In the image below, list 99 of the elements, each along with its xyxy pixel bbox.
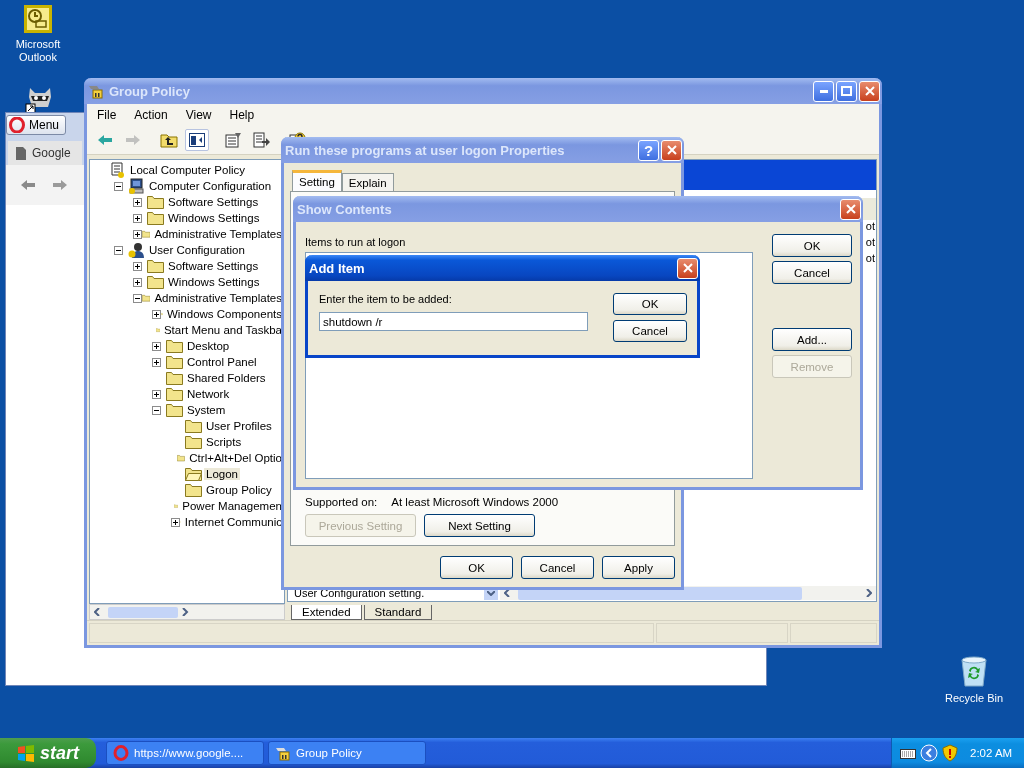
page-icon [16,146,26,160]
tree-item[interactable]: Start Menu and Taskba [161,324,284,336]
menu-item[interactable]: File [97,108,117,122]
tree-item[interactable]: Ctrl+Alt+Del Optio [187,452,284,464]
expand-icon[interactable] [171,517,180,527]
opera-logo-icon [9,117,25,133]
outlook-icon[interactable] [23,4,53,34]
tree-item[interactable]: Administrative Templates [152,228,284,240]
tree-item[interactable]: Control Panel [185,356,259,368]
maximize-icon [841,86,852,96]
clock: 2:02 AM [970,747,1013,759]
field-label: Enter the item to be added: [319,293,453,305]
tree-item[interactable]: User Profiles [204,420,274,432]
chevron-left-icon[interactable] [920,744,938,762]
close-icon [682,263,693,273]
table-cell-text: ot [865,252,876,266]
tree-item[interactable]: Group Policy [204,484,274,496]
expand-icon[interactable] [152,309,161,319]
minimize-icon [819,89,828,93]
recycle-bin-icon[interactable] [959,656,989,688]
tree-item[interactable]: Administrative Templates [152,292,284,304]
expand-icon[interactable] [152,357,161,367]
security-shield-icon[interactable] [942,744,958,762]
expand-icon[interactable] [133,229,142,239]
policy-editor-icon [275,745,291,761]
opera-logo-icon [113,745,129,761]
taskbar-button[interactable]: https://www.google.... [106,741,264,765]
pane-toggle-icon [189,133,205,147]
expand-icon[interactable] [152,389,161,399]
window-title: Group Policy [109,83,191,99]
forward-arrow-icon[interactable] [52,179,68,191]
windows-flag-icon [17,744,35,762]
expand-icon[interactable] [152,341,161,351]
browser-tab[interactable]: Google [8,141,82,165]
tree-item[interactable]: Software Settings [166,260,261,272]
policy-scroll-icon [109,162,126,178]
tree-item[interactable]: System [185,404,228,416]
tree-tool-button[interactable] [185,129,209,151]
tree-item[interactable]: Network [185,388,232,400]
expand-icon[interactable] [133,197,142,207]
taskbar-button[interactable]: Group Policy [268,741,426,765]
keyboard-icon[interactable] [900,747,916,759]
back-arrow-icon[interactable] [20,179,36,191]
browser-menu-button[interactable]: Menu [6,115,67,135]
dialog-button[interactable]: Cancel [613,320,687,342]
desktop-icon-label[interactable]: Recycle Bin [944,692,1004,705]
dialog-title: Run these programs at user logon Properties [285,142,566,158]
collapse-icon[interactable] [152,405,161,415]
tree-item[interactable]: Windows Settings [166,276,262,288]
description-text: User Configuration setting. [293,587,426,599]
close-icon [864,86,875,96]
tree-item[interactable]: Computer Configuration [147,180,274,192]
tree-item[interactable]: Desktop [185,340,232,352]
dialog-title: Add Item [309,260,366,276]
folder-up-icon [160,132,178,148]
menu-item[interactable]: Action [134,108,168,122]
menu-item[interactable]: Help [229,108,255,122]
setting-nav-button[interactable]: Next Setting [424,514,535,537]
tree-item[interactable]: Logon [204,468,240,480]
desktop-icon-label[interactable]: Microsoft Outlook [8,38,68,64]
right-arrow-icon [125,134,141,146]
computer-icon [128,178,145,194]
expand-icon[interactable] [133,213,142,223]
chevron-down-icon [487,590,495,596]
scroll-right-icon[interactable] [866,589,872,597]
table-cell-text: ot [865,220,876,234]
tree-item[interactable]: User Configuration [147,244,247,256]
dialog-title: Show Contents [297,201,393,217]
properties-icon [224,132,242,148]
scroll-left-icon[interactable] [504,589,510,597]
list-label: Items to run at logon [305,235,407,248]
export-list-icon [252,132,270,148]
supported-value: At least Microsoft Windows 2000 [391,496,559,508]
expand-icon[interactable] [133,261,142,271]
tree-item[interactable]: Windows Settings [166,212,262,224]
item-input-field[interactable]: shutdown /r [319,312,588,331]
expand-icon[interactable] [133,277,142,287]
left-arrow-icon [97,134,113,146]
close-icon [845,204,856,214]
close-icon [666,145,677,155]
supported-label: Supported on: [305,496,378,508]
user-icon [128,242,145,258]
close-button[interactable] [677,257,698,279]
collapse-icon[interactable] [114,181,123,191]
start-button[interactable]: start [0,738,96,768]
collapse-icon[interactable] [114,245,123,255]
table-cell-text: ot [865,236,876,250]
tree-item[interactable]: Software Settings [166,196,261,208]
dialog-button[interactable]: OK [613,293,687,315]
tree-item[interactable]: Scripts [204,436,244,448]
tree-item[interactable]: Power Managemen [180,500,284,512]
collapse-icon[interactable] [133,293,142,303]
tree-item[interactable]: Local Computer Policy [128,164,248,176]
scroll-left-icon[interactable] [94,608,100,616]
tree-item[interactable]: Windows Components [164,308,284,320]
policy-editor-icon [88,83,104,99]
menu-item[interactable]: View [185,108,212,122]
tree-item[interactable]: Internet Communic [182,516,284,528]
tree-item[interactable]: Shared Folders [185,372,268,384]
